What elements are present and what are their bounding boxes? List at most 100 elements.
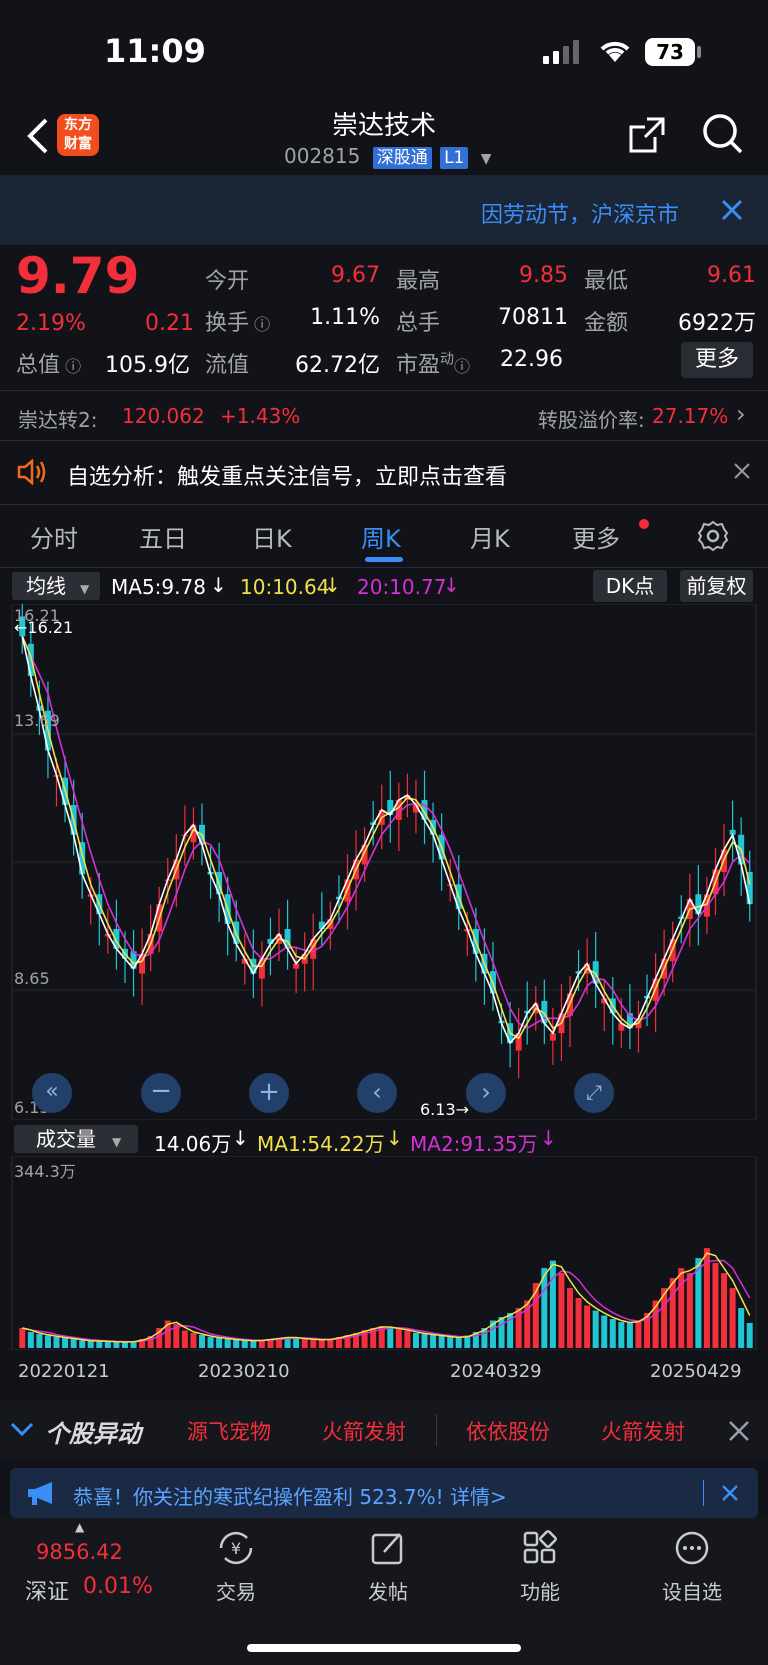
volume-chart[interactable]	[0, 1156, 768, 1350]
volume-bar	[678, 1268, 685, 1348]
tab-day-k[interactable]: 日K	[252, 519, 292, 554]
divider	[703, 1480, 704, 1506]
amount-value: 6922万	[678, 311, 756, 336]
volume-max-label: 344.3万	[14, 1162, 76, 1181]
speaker-icon	[17, 458, 47, 489]
zoom-in-button[interactable]: +	[249, 1073, 289, 1113]
zoom-out-button[interactable]: −	[141, 1073, 181, 1113]
date-tick: 20250429	[650, 1361, 742, 1382]
trade-icon[interactable]: ¥	[217, 1530, 255, 1570]
adjust-button[interactable]: 前复权	[680, 570, 753, 602]
indicator-select[interactable]: 均线 ▼	[12, 572, 100, 600]
nav-bar: 东方 财富 崇达技术 002815 深股通 L1 ▼	[0, 100, 768, 175]
alert-row[interactable]: 自选分析：触发重点关注信号，立即点击查看	[0, 441, 768, 503]
open-value: 9.67	[331, 263, 380, 288]
stock-code-row[interactable]: 002815 深股通 L1 ▼	[284, 143, 492, 169]
volume-bar	[310, 1339, 317, 1348]
banner-text: 因劳动节，沪深京市	[481, 203, 680, 228]
volume-bar	[584, 1305, 591, 1348]
mcap-label: 总值 ⓘ	[16, 353, 82, 378]
dk-point-button[interactable]: DK点	[593, 570, 667, 602]
index-value: 9856.42	[36, 1540, 123, 1564]
ma10-label: 10:10.64	[240, 575, 330, 599]
nav-function[interactable]: 功能	[495, 1576, 585, 1605]
prev-button[interactable]: ‹	[357, 1073, 397, 1113]
holiday-banner[interactable]: 因劳动节，沪深京市	[0, 175, 768, 245]
volume-select[interactable]: 成交量 ▼	[14, 1125, 138, 1153]
y-label-1: 13.69	[14, 711, 60, 730]
ma5-line	[21, 636, 751, 1045]
nav-add-watch[interactable]: 设自选	[647, 1576, 737, 1605]
promo-close-icon[interactable]	[721, 1484, 739, 1506]
mover-item[interactable]: 源飞宠物	[187, 1416, 271, 1446]
volume-arrow: ↓	[232, 1126, 249, 1150]
volume-bar	[53, 1337, 60, 1348]
vol-ma2-label: MA2:91.35万	[410, 1132, 538, 1156]
volume-bar	[241, 1340, 248, 1348]
ma10-line	[21, 635, 751, 1040]
promo-banner[interactable]: 恭喜！你关注的寒武纪操作盈利 523.7%! 详情>	[10, 1468, 758, 1518]
tab-week-k[interactable]: 周K	[361, 519, 401, 554]
date-tick: 20230210	[198, 1361, 290, 1382]
function-icon[interactable]	[522, 1530, 558, 1570]
scroll-left-button[interactable]: «	[32, 1073, 72, 1113]
stock-movers-bar: 个股异动 源飞宠物 火箭发射 依依股份 火箭发射	[0, 1400, 768, 1460]
info-icon[interactable]: ⓘ	[249, 315, 270, 334]
volume-bar	[36, 1334, 43, 1348]
volume-bar	[70, 1339, 77, 1348]
gear-icon[interactable]	[697, 520, 729, 556]
fullscreen-button[interactable]: ⤢	[574, 1073, 614, 1113]
volume-bar	[455, 1338, 462, 1348]
low-marker: 6.13→	[420, 1100, 470, 1119]
volume-bar	[207, 1337, 214, 1348]
date-tick: 20220121	[18, 1361, 110, 1382]
share-icon[interactable]	[627, 115, 667, 159]
ma20-label: 20:10.77	[357, 575, 447, 599]
volume-bar	[686, 1273, 693, 1348]
chevron-down-icon[interactable]	[10, 1422, 34, 1442]
volume-bar	[738, 1308, 745, 1348]
nav-trade[interactable]: 交易	[191, 1576, 281, 1605]
alert-close-icon[interactable]	[734, 463, 750, 483]
volume-bar	[181, 1330, 188, 1348]
stock-code: 002815	[284, 144, 361, 168]
convertible-bond-row[interactable]: 崇达转2: 120.062 +1.43% 转股溢价率: 27.17% ›	[0, 390, 768, 440]
mover-item[interactable]: 火箭发射	[601, 1416, 685, 1446]
bond-price: 120.062	[122, 404, 205, 428]
high-label: 最高	[396, 269, 441, 294]
info-icon[interactable]: ⓘ	[60, 357, 81, 376]
pct-change: 2.19%	[16, 311, 86, 336]
price-change: 0.21	[145, 311, 194, 336]
chevron-right-icon: ›	[736, 400, 746, 428]
movers-close-icon[interactable]	[728, 1420, 750, 1446]
more-button[interactable]: 更多	[681, 342, 753, 378]
mover-item[interactable]: 火箭发射	[322, 1416, 406, 1446]
ma5-label: MA5:9.78	[111, 575, 206, 599]
banner-close-icon[interactable]	[721, 199, 743, 225]
next-button[interactable]: ›	[466, 1073, 506, 1113]
tab-five-day[interactable]: 五日	[139, 519, 187, 554]
info-icon[interactable]: ⓘ	[454, 357, 470, 376]
volume-bar	[601, 1315, 608, 1348]
promo-text: 恭喜！你关注的寒武纪操作盈利 523.7%! 详情>	[73, 1485, 507, 1509]
search-icon[interactable]	[701, 112, 745, 160]
volume-bar	[395, 1329, 402, 1348]
volume-bar	[404, 1330, 411, 1348]
low-value: 9.61	[707, 263, 756, 288]
tab-more[interactable]: 更多	[572, 519, 620, 554]
volume-bar	[318, 1340, 325, 1348]
tab-minute[interactable]: 分时	[30, 519, 78, 554]
vol-ma1-label: MA1:54.22万	[257, 1132, 385, 1156]
tab-month-k[interactable]: 月K	[470, 519, 510, 554]
status-bar: 11:09 73	[0, 0, 768, 100]
post-icon[interactable]	[370, 1530, 406, 1570]
more-dots-icon[interactable]	[674, 1530, 710, 1570]
notification-dot	[639, 519, 649, 529]
kline-chart[interactable]	[0, 604, 768, 1120]
premium-label: 转股溢价率:	[538, 408, 645, 432]
volume-bar	[293, 1338, 300, 1348]
volume-bar	[233, 1340, 240, 1348]
wifi-icon	[597, 38, 633, 68]
mover-item[interactable]: 依依股份	[466, 1416, 550, 1446]
nav-post[interactable]: 发帖	[343, 1576, 433, 1605]
